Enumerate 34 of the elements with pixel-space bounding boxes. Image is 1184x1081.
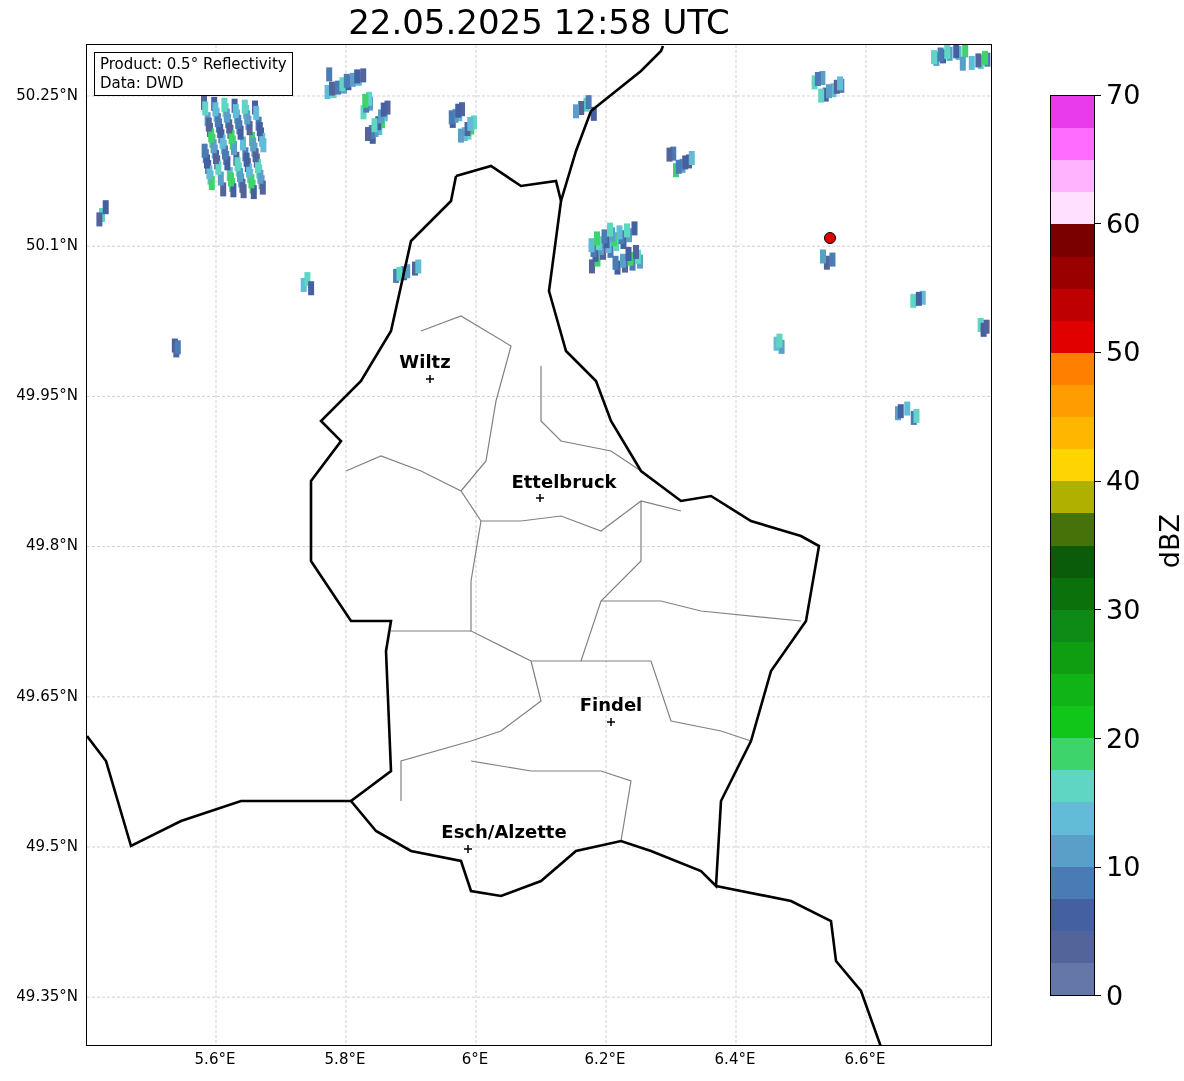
chart-title: 22.05.2025 12:58 UTC [348, 2, 730, 42]
latitude-label: 49.5°N [25, 836, 78, 855]
latitude-label: 50.1°N [25, 236, 78, 255]
city-marker [606, 717, 616, 727]
colorbar-tick-label: 50 [1095, 337, 1141, 368]
longitude-label: 6.2°E [583, 1050, 627, 1068]
city-marker [463, 844, 473, 854]
latitude-label: 49.8°N [25, 536, 78, 555]
radar-site-marker [824, 232, 836, 244]
latitude-label: 49.95°N [16, 386, 78, 405]
colorbar-tick-label: 60 [1095, 208, 1141, 239]
longitude-label: 5.6°E [193, 1050, 237, 1068]
city-label: Esch/Alzette [441, 822, 567, 842]
longitude-label: 6°E [460, 1050, 490, 1068]
longitude-label: 6.6°E [843, 1050, 887, 1068]
city-label: Ettelbruck [511, 472, 617, 492]
colorbar-tick-label: 30 [1095, 594, 1141, 625]
longitude-label: 6.4°E [713, 1050, 757, 1068]
city-label: Wiltz [399, 352, 451, 372]
city-label: Findel [579, 695, 643, 715]
latitude-label: 50.25°N [16, 86, 78, 104]
city-marker [535, 493, 545, 503]
colorbar-tick-label: 40 [1095, 466, 1141, 497]
latitude-label: 49.65°N [16, 686, 78, 705]
longitude-label: 5.8°E [323, 1050, 367, 1068]
colorbar-tick-label: 0 [1095, 980, 1141, 1011]
legend-text: Product: 0.5° Reflectivity [100, 55, 287, 74]
latitude-label: 49.35°N [16, 986, 78, 1005]
colorbar-tick-label: 10 [1095, 852, 1141, 883]
colorbar-label: dBZ [1154, 514, 1184, 569]
colorbar-tick-label: 20 [1095, 723, 1141, 754]
city-marker [425, 374, 435, 384]
legend-text: Data: DWD [100, 74, 185, 93]
colorbar-tick-label: 70 [1095, 80, 1141, 110]
